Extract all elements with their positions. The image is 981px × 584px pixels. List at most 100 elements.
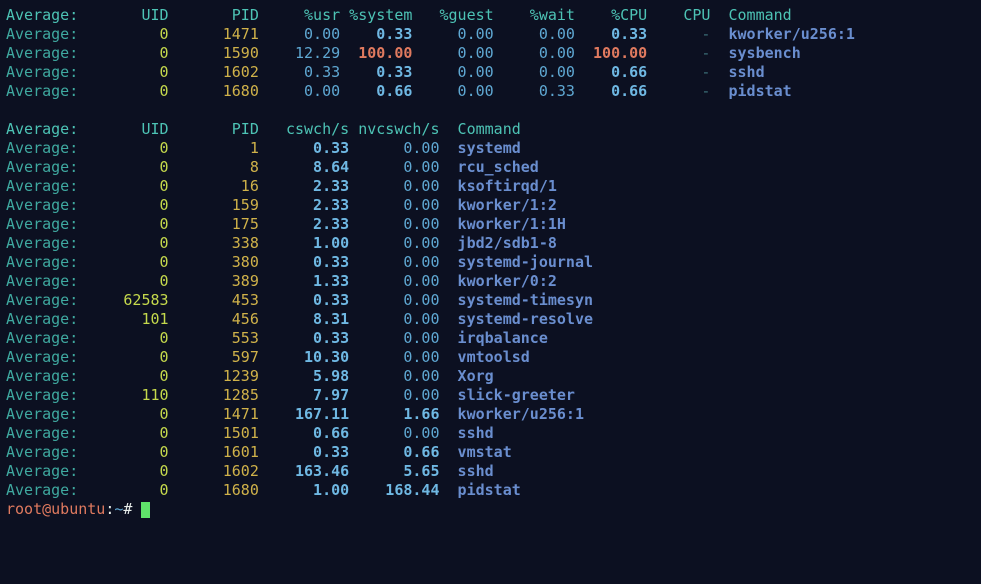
command-value: kworker/0:2 [440, 272, 557, 290]
col-cswch: cswch/s [259, 120, 349, 138]
cswch-value: 0.33 [259, 253, 349, 271]
uid-value: 0 [78, 63, 168, 81]
pid-value: 1601 [169, 443, 259, 461]
uid-value: 0 [78, 25, 168, 43]
pid-value: 1680 [169, 82, 259, 100]
command-value: ksoftirqd/1 [440, 177, 557, 195]
cswch-value: 7.97 [259, 386, 349, 404]
command-value: systemd-resolve [440, 310, 594, 328]
uid-value: 0 [78, 462, 168, 480]
nvcswch-value: 0.00 [349, 348, 439, 366]
wait-value: 0.33 [494, 82, 575, 100]
uid-value: 62583 [78, 291, 168, 309]
cpunum-value: - [647, 25, 710, 43]
system-value: 0.33 [340, 25, 412, 43]
command-value: sysbench [710, 44, 800, 62]
table-row: Average: 0 389 1.33 0.00 kworker/0:2 [6, 272, 975, 291]
nvcswch-value: 0.00 [349, 234, 439, 252]
nvcswch-value: 5.65 [349, 462, 439, 480]
uid-value: 0 [78, 215, 168, 233]
row-label: Average: [6, 25, 78, 43]
table-row: Average: 110 1285 7.97 0.00 slick-greete… [6, 386, 975, 405]
nvcswch-value: 0.00 [349, 310, 439, 328]
table-row: Average: 0 1471 0.00 0.33 0.00 0.00 0.33… [6, 25, 975, 44]
row-label: Average: [6, 329, 78, 347]
cswch-value: 1.33 [259, 272, 349, 290]
command-value: sshd [710, 63, 764, 81]
usr-value: 0.00 [259, 25, 340, 43]
nvcswch-value: 0.00 [349, 386, 439, 404]
uid-value: 0 [78, 82, 168, 100]
pid-value: 1602 [169, 462, 259, 480]
row-label: Average: [6, 291, 78, 309]
uid-value: 0 [78, 424, 168, 442]
command-value: systemd-journal [440, 253, 594, 271]
command-value: pidstat [710, 82, 791, 100]
col-label: Average: [6, 6, 78, 24]
wait-value: 0.00 [494, 25, 575, 43]
command-value: vmtoolsd [440, 348, 530, 366]
cswch-value: 167.11 [259, 405, 349, 423]
table-row: Average: 0 1239 5.98 0.00 Xorg [6, 367, 975, 386]
pid-value: 1471 [169, 25, 259, 43]
row-label: Average: [6, 310, 78, 328]
command-value: vmstat [440, 443, 512, 461]
row-label: Average: [6, 177, 78, 195]
pid-value: 159 [169, 196, 259, 214]
pid-value: 380 [169, 253, 259, 271]
col-pid: PID [169, 120, 259, 138]
row-label: Average: [6, 481, 78, 499]
terminal-output: Average: UID PID %usr %system %guest %wa… [0, 0, 981, 525]
row-label: Average: [6, 253, 78, 271]
pid-value: 1680 [169, 481, 259, 499]
uid-value: 0 [78, 44, 168, 62]
cswch-value: 2.33 [259, 215, 349, 233]
nvcswch-value: 0.00 [349, 329, 439, 347]
command-value: slick-greeter [440, 386, 575, 404]
guest-value: 0.00 [412, 63, 493, 81]
row-label: Average: [6, 272, 78, 290]
command-value: jbd2/sdb1-8 [440, 234, 557, 252]
guest-value: 0.00 [412, 44, 493, 62]
cswch-value: 1.00 [259, 481, 349, 499]
pid-value: 1285 [169, 386, 259, 404]
uid-value: 0 [78, 139, 168, 157]
cursor-icon [141, 502, 150, 518]
command-value: kworker/1:1H [440, 215, 566, 233]
prompt-user: root [6, 500, 42, 518]
cpu-value: 0.33 [575, 25, 647, 43]
uid-value: 0 [78, 329, 168, 347]
pid-value: 597 [169, 348, 259, 366]
wait-value: 0.00 [494, 44, 575, 62]
table-row: Average: 0 1602 163.46 5.65 sshd [6, 462, 975, 481]
usr-value: 0.00 [259, 82, 340, 100]
pid-value: 553 [169, 329, 259, 347]
col-cpunum: CPU [647, 6, 710, 24]
table-row: Average: 0 1 0.33 0.00 systemd [6, 139, 975, 158]
nvcswch-value: 0.00 [349, 272, 439, 290]
cswch-value: 8.64 [259, 158, 349, 176]
row-label: Average: [6, 462, 78, 480]
pid-value: 16 [169, 177, 259, 195]
cswch-value: 0.66 [259, 424, 349, 442]
cswch-value: 8.31 [259, 310, 349, 328]
col-uid: UID [78, 6, 168, 24]
table-row: Average: 0 175 2.33 0.00 kworker/1:1H [6, 215, 975, 234]
usr-value: 12.29 [259, 44, 340, 62]
command-value: systemd [440, 139, 521, 157]
pid-value: 1590 [169, 44, 259, 62]
uid-value: 0 [78, 272, 168, 290]
nvcswch-value: 0.00 [349, 424, 439, 442]
col-command: Command [710, 6, 791, 24]
system-value: 0.66 [340, 82, 412, 100]
table1-header-row: Average: UID PID %usr %system %guest %wa… [6, 6, 975, 25]
uid-value: 0 [78, 481, 168, 499]
uid-value: 0 [78, 177, 168, 195]
usr-value: 0.33 [259, 63, 340, 81]
table2-header-row: Average: UID PID cswch/s nvcswch/s Comma… [6, 120, 975, 139]
uid-value: 110 [78, 386, 168, 404]
table-row: Average: 0 8 8.64 0.00 rcu_sched [6, 158, 975, 177]
shell-prompt[interactable]: root@ubuntu:~# [6, 500, 975, 519]
pid-value: 456 [169, 310, 259, 328]
cswch-value: 1.00 [259, 234, 349, 252]
